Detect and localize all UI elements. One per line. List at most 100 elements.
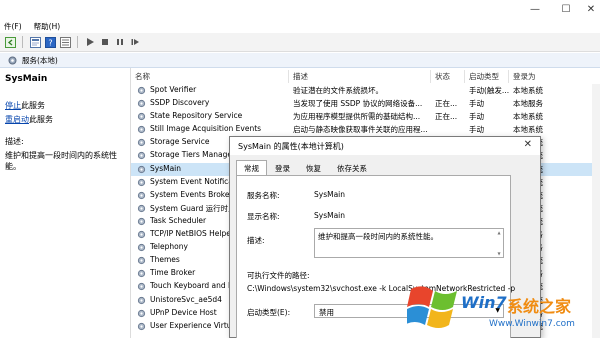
service-gear-icon [137, 322, 146, 330]
dialog-description-field[interactable]: 维护和提高一段时间内的系统性能。 ▲ ▼ [314, 228, 504, 258]
services-gear-icon [8, 56, 17, 65]
service-gear-icon [137, 204, 146, 212]
table-row[interactable]: SSDP Discovery 当发现了使用 SSDP 协议的网络设备... 正在..… [131, 97, 600, 110]
dialog-description-value: 维护和提高一段时间内的系统性能。 [318, 232, 438, 241]
service-logon-cell: 本地服务 [513, 99, 543, 109]
service-name-label: 服务名称: [247, 191, 280, 200]
svg-text:?: ? [48, 38, 52, 47]
service-gear-icon [137, 139, 146, 147]
service-gear-icon [137, 270, 146, 278]
service-gear-icon [137, 296, 146, 304]
service-description-cell: 验证潜在的文件系统损坏。 [293, 86, 383, 95]
service-startup-cell: 手动(触发... [469, 86, 510, 95]
help-icon: ? [44, 36, 56, 48]
selected-service-name: SysMain [5, 74, 48, 84]
service-startup-cell: 手动 [469, 125, 484, 135]
column-name-label: 名称 [135, 72, 150, 81]
service-name-value: SysMain [314, 190, 346, 199]
minimize-button[interactable]: — [520, 0, 550, 19]
menu-file[interactable]: 件(F) [4, 21, 22, 32]
toolbar-separator [77, 36, 78, 48]
service-gear-icon [137, 244, 146, 252]
properties-button[interactable] [29, 36, 41, 48]
list-view-icon [59, 36, 71, 48]
stop-service-link[interactable]: 停止 [5, 101, 21, 110]
export-list-button[interactable] [59, 36, 71, 48]
close-icon: ✕ [523, 139, 532, 150]
dialog-close-button[interactable]: ✕ [524, 139, 532, 150]
restart-service-button[interactable] [129, 36, 141, 48]
display-name-label: 显示名称: [247, 212, 280, 221]
dialog-description-label: 描述: [247, 236, 265, 245]
table-row[interactable]: Spot Verifier 验证潜在的文件系统损坏。 手动(触发... 本地系统 [131, 84, 600, 97]
watermark-brand-a: Win7 [461, 293, 507, 312]
properties-icon [29, 36, 41, 48]
site-watermark: Win7 系统之家 Www.Winwin7.com [407, 281, 600, 338]
back-button[interactable] [4, 36, 16, 48]
pause-service-button[interactable] [114, 36, 126, 48]
scroll-up-icon: ▲ [497, 230, 501, 235]
services-header-band: 服务(本地) [0, 53, 600, 68]
service-name-cell: SSDP Discovery [150, 98, 210, 108]
column-description-label: 描述 [293, 72, 308, 81]
stop-service-suffix: 此服务 [21, 101, 45, 110]
column-logon-label: 登录为 [513, 72, 536, 81]
menu-help[interactable]: 帮助(H) [34, 21, 61, 32]
column-startup-label: 启动类型 [469, 72, 499, 81]
description-scrollbar[interactable]: ▲ ▼ [496, 230, 502, 256]
service-gear-icon [137, 126, 146, 134]
service-status-cell: 正在... [435, 99, 458, 109]
service-gear-icon [137, 178, 146, 186]
service-startup-cell: 手动 [469, 112, 484, 122]
description-text: 维护和提高一段时间内的系统性能。 [5, 151, 117, 171]
service-logon-cell: 本地系统 [513, 125, 543, 135]
restart-service-link[interactable]: 重启动 [5, 115, 29, 124]
table-row[interactable]: Still Image Acquisition Events 启动与静态映像获取事… [131, 123, 600, 136]
service-gear-icon [137, 165, 146, 173]
close-button[interactable]: ✕ [576, 0, 600, 19]
restart-icon [131, 39, 139, 45]
column-header-name[interactable]: 名称 [131, 70, 289, 83]
startup-type-value: 禁用 [319, 308, 334, 317]
service-status-cell: 正在... [435, 112, 458, 122]
watermark-brand-b: 系统之家 [507, 297, 572, 316]
service-name-cell: Spot Verifier [150, 85, 197, 94]
service-logon-cell: 本地系统 [513, 86, 543, 95]
column-header-logon[interactable]: 登录为 [509, 70, 592, 83]
play-icon [87, 38, 94, 46]
maximize-icon: ☐ [561, 4, 571, 15]
service-gear-icon [137, 86, 146, 95]
service-gear-icon [137, 283, 146, 291]
service-name-cell: State Repository Service [150, 111, 243, 121]
services-header-title: 服务(本地) [22, 56, 58, 65]
service-description-cell: 为应用程序模型提供所需的基础结构... [293, 112, 421, 122]
table-row[interactable]: State Repository Service 为应用程序模型提供所需的基础结构… [131, 110, 600, 123]
service-gear-icon [137, 217, 146, 226]
stop-service-button[interactable] [99, 36, 111, 48]
minimize-icon: — [530, 4, 540, 15]
service-description-cell: 当发现了使用 SSDP 协议的网络设备... [293, 99, 423, 109]
service-gear-icon [137, 152, 146, 160]
service-detail-pane: SysMain 停止此服务 重启动此服务 描述: 维护和提高一段时间内的系统性能… [0, 68, 131, 338]
service-gear-icon [137, 257, 146, 265]
close-icon: ✕ [586, 4, 596, 15]
start-service-button[interactable] [84, 36, 96, 48]
stop-icon [102, 39, 108, 45]
column-header-description[interactable]: 描述 [289, 70, 431, 83]
help-button[interactable]: ? [44, 36, 56, 48]
exe-path-label: 可执行文件的路径: [247, 271, 310, 280]
service-gear-icon [137, 99, 146, 108]
display-name-value: SysMain [314, 211, 346, 220]
service-logon-cell: 本地系统 [513, 112, 543, 122]
dialog-title: SysMain 的属性(本地计算机) [238, 141, 344, 151]
toolbar-separator [22, 36, 23, 48]
service-gear-icon [137, 191, 146, 199]
column-header-status[interactable]: 状态 [431, 70, 465, 83]
pause-icon [117, 39, 123, 45]
column-header-startup[interactable]: 启动类型 [465, 70, 509, 83]
service-startup-cell: 手动 [469, 99, 484, 109]
service-gear-icon [137, 309, 146, 317]
service-gear-icon [137, 113, 146, 121]
window-titlebar: — ☐ ✕ [0, 0, 600, 19]
service-name-cell: Still Image Acquisition Events [150, 124, 262, 134]
